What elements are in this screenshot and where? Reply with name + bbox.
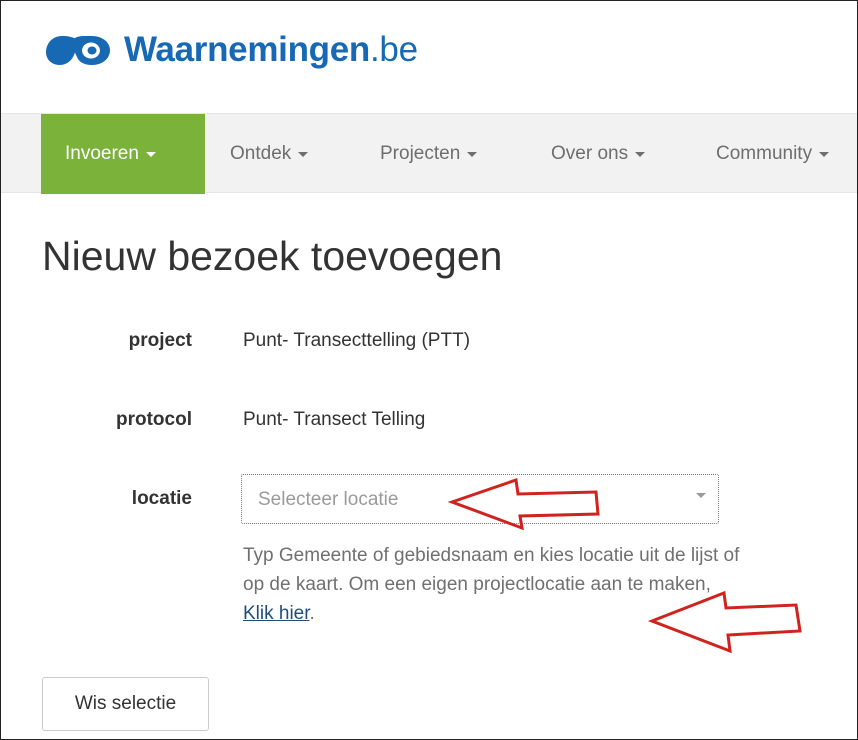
site-logo[interactable]: Waarnemingen.be	[44, 30, 418, 70]
locatie-select-placeholder: Selecteer locatie	[258, 489, 399, 510]
nav-item-over-ons[interactable]: Over ons	[551, 114, 646, 194]
binoculars-logo-icon	[46, 36, 110, 65]
locatie-select[interactable]: Selecteer locatie	[241, 474, 719, 524]
klik-hier-link[interactable]: Klik hier	[243, 603, 310, 624]
project-label: project	[128, 330, 192, 351]
protocol-value: Punt- Transect Telling	[243, 409, 426, 430]
help-text-end: .	[309, 603, 315, 624]
nav-item-label: Ontdek	[230, 143, 292, 164]
protocol-label: protocol	[116, 409, 192, 430]
nav-item-label: Over ons	[551, 143, 629, 164]
caret-down-icon	[467, 151, 478, 157]
help-text-body: Typ Gemeente of gebiedsnaam en kies loca…	[243, 545, 740, 595]
caret-down-icon	[298, 151, 309, 157]
nav-item-community[interactable]: Community	[716, 114, 830, 194]
locatie-help-text: Typ Gemeente of gebiedsnaam en kies loca…	[243, 541, 743, 628]
caret-down-icon	[145, 151, 156, 157]
screenshot-frame	[0, 0, 858, 740]
nav-item-invoeren[interactable]: Invoeren	[41, 114, 205, 194]
brand-name: Waarnemingen	[124, 30, 370, 69]
nav-item-label: Community	[716, 143, 813, 164]
nav-item-ontdek[interactable]: Ontdek	[230, 114, 309, 194]
nav-item-label: Projecten	[380, 143, 461, 164]
nav-item-projecten[interactable]: Projecten	[380, 114, 478, 194]
nav-item-label: Invoeren	[65, 143, 139, 164]
chevron-down-icon	[696, 493, 706, 498]
caret-down-icon	[635, 151, 646, 157]
caret-down-icon	[819, 151, 830, 157]
page-title: Nieuw bezoek toevoegen	[42, 233, 503, 279]
brand-suffix: .be	[369, 30, 418, 69]
locatie-label: locatie	[131, 488, 192, 509]
project-value: Punt- Transecttelling (PTT)	[243, 330, 471, 351]
site-logo-text: Waarnemingen.be	[124, 30, 418, 70]
main-navbar: Invoeren Ontdek Projecten Over ons Commu…	[1, 113, 857, 194]
wis-selectie-button[interactable]: Wis selectie	[42, 677, 209, 731]
